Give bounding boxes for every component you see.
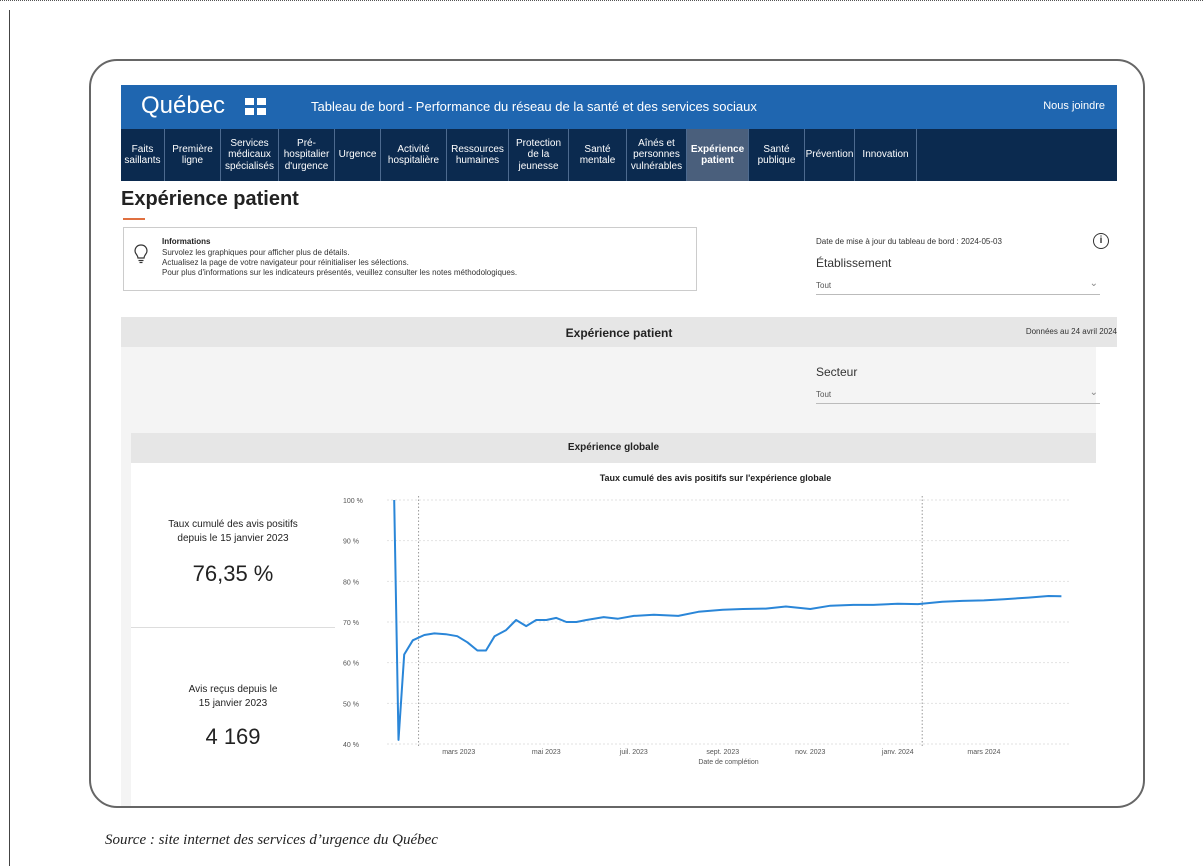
secteur-value: Tout bbox=[816, 390, 832, 399]
nav-tab[interactable]: Faits saillants bbox=[121, 129, 165, 181]
nav-tab[interactable]: Ressources humaines bbox=[447, 129, 509, 181]
nav-tab[interactable]: Expérience patient bbox=[687, 129, 749, 181]
info-line: Actualisez la page de votre navigateur p… bbox=[162, 258, 409, 267]
screenshot-frame: Québec Tableau de bord - Performance du … bbox=[89, 59, 1145, 808]
y-tick-label: 70 % bbox=[343, 620, 359, 627]
kpi-panel: Taux cumulé des avis positifs depuis le … bbox=[131, 463, 335, 806]
kpi-divider bbox=[131, 627, 335, 628]
nav-tab[interactable]: Santé publique bbox=[749, 129, 805, 181]
x-tick-label: janv. 2024 bbox=[881, 749, 914, 756]
subsection-header: Expérience globale bbox=[131, 433, 1096, 463]
dashboard-viewport: Québec Tableau de bord - Performance du … bbox=[121, 85, 1117, 808]
page-top-border bbox=[0, 0, 1203, 1]
main-nav: Faits saillants Première ligne Services mé… bbox=[121, 129, 1117, 181]
site-header: Québec Tableau de bord - Performance du … bbox=[121, 85, 1117, 129]
etablissement-select[interactable]: Tout ⌄ bbox=[816, 275, 1100, 295]
kpi-rate-value: 76,35 % bbox=[192, 561, 274, 586]
x-tick-label: mai 2023 bbox=[532, 749, 561, 756]
nav-tab[interactable]: Urgence bbox=[335, 129, 381, 181]
series-line bbox=[393, 499, 1062, 741]
x-axis-label: Date de complétion bbox=[698, 759, 758, 766]
subsection-title: Expérience globale bbox=[567, 442, 660, 453]
x-tick-label: mars 2024 bbox=[967, 749, 1000, 756]
chevron-down-icon: ⌄ bbox=[1089, 278, 1098, 289]
x-tick-label: nov. 2023 bbox=[795, 749, 825, 756]
kpi-count-label-line: 15 janvier 2023 bbox=[198, 698, 268, 709]
info-line: Pour plus d'informations sur les indicat… bbox=[162, 268, 518, 277]
etablissement-value: Tout bbox=[816, 281, 832, 290]
nav-tab[interactable]: Santé mentale bbox=[569, 129, 627, 181]
data-date: Données au 24 avril 2024 bbox=[1025, 327, 1117, 336]
nav-tab[interactable]: Services médicaux spécialisés bbox=[221, 129, 279, 181]
kpi-count-label-line: Avis reçus depuis le bbox=[188, 684, 278, 695]
page-title: Expérience patient bbox=[121, 188, 299, 210]
x-tick-label: sept. 2023 bbox=[706, 749, 739, 756]
y-tick-label: 50 % bbox=[343, 701, 359, 708]
nav-tab[interactable]: Première ligne bbox=[165, 129, 221, 181]
title-accent bbox=[123, 218, 145, 220]
source-caption: Source : site internet des services d’ur… bbox=[105, 832, 438, 848]
kpi-rate-label: Taux cumulé des avis positifs depuis le … bbox=[131, 518, 335, 546]
nav-tab[interactable]: Innovation bbox=[855, 129, 917, 181]
info-line: Survolez les graphiques pour afficher pl… bbox=[162, 248, 350, 257]
y-tick-label: 60 % bbox=[343, 661, 359, 668]
page-left-border bbox=[9, 10, 10, 866]
y-tick-label: 40 % bbox=[343, 742, 359, 749]
kpi-rate-label-line: depuis le 15 janvier 2023 bbox=[177, 533, 289, 544]
dashboard-title: Tableau de bord - Performance du réseau … bbox=[311, 99, 757, 114]
y-tick-label: 90 % bbox=[343, 539, 359, 546]
kpi-count-value: 4 169 bbox=[205, 724, 261, 749]
nav-tab[interactable]: Aînés et personnes vulnérables bbox=[627, 129, 687, 181]
secteur-select[interactable]: Tout ⌄ bbox=[816, 384, 1100, 404]
lightbulb-icon bbox=[134, 244, 148, 264]
info-box: Informations Survolez les graphiques pou… bbox=[123, 227, 697, 291]
nav-tab[interactable]: Prévention bbox=[805, 129, 855, 181]
chevron-down-icon: ⌄ bbox=[1089, 387, 1098, 398]
nav-tab[interactable]: Activité hospitalière bbox=[381, 129, 447, 181]
secteur-label: Secteur bbox=[816, 365, 858, 379]
y-tick-label: 80 % bbox=[343, 579, 359, 586]
contact-link[interactable]: Nous joindre bbox=[1043, 100, 1105, 112]
line-chart-panel: Taux cumulé des avis positifs sur l'expé… bbox=[335, 463, 1096, 808]
info-icon[interactable]: i bbox=[1093, 233, 1109, 249]
section-header: Expérience patient Données au 24 avril 2… bbox=[121, 317, 1117, 347]
kpi-count-label: Avis reçus depuis le 15 janvier 2023 bbox=[131, 683, 335, 711]
update-date: Date de mise à jour du tableau de bord :… bbox=[816, 237, 1002, 246]
etablissement-label: Établissement bbox=[816, 256, 892, 270]
nav-tab[interactable]: Protection de la jeunesse bbox=[509, 129, 569, 181]
line-chart[interactable]: 100 % 90 % 80 % 70 % 60 % 50 % 40 % mars 2023 ma… bbox=[335, 463, 1096, 808]
quebec-logo-text[interactable]: Québec bbox=[141, 92, 225, 120]
fleur-de-lis-flag-icon bbox=[245, 98, 267, 116]
y-tick-label: 100 % bbox=[343, 498, 363, 505]
info-title: Informations bbox=[162, 237, 211, 246]
nav-tab[interactable]: Pré- hospitalier d'urgence bbox=[279, 129, 335, 181]
kpi-rate-label-line: Taux cumulé des avis positifs bbox=[168, 519, 298, 530]
x-tick-label: juil. 2023 bbox=[619, 749, 648, 756]
section-title: Expérience patient bbox=[565, 326, 673, 340]
x-tick-label: mars 2023 bbox=[442, 749, 475, 756]
